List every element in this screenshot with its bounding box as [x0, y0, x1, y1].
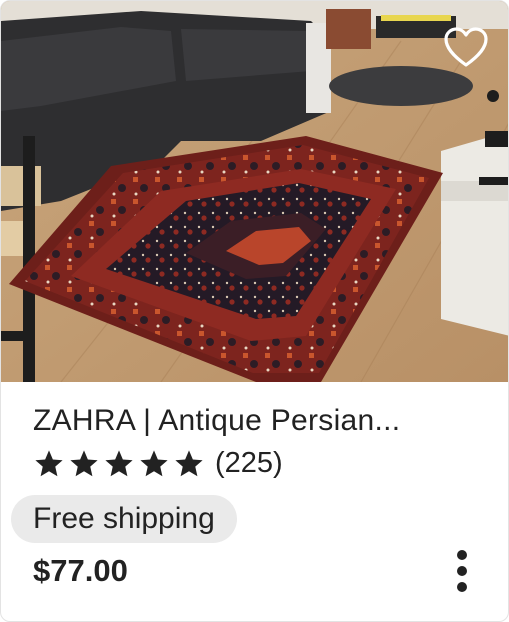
star-icon	[140, 449, 168, 476]
star-icon	[105, 449, 133, 476]
more-options-button[interactable]	[441, 545, 483, 597]
heart-outline-icon	[444, 27, 488, 67]
listing-card[interactable]: ZAHRA | Antique Persian... (225) Free sh…	[0, 0, 509, 622]
rating-row: (225)	[33, 447, 283, 480]
favorite-button[interactable]	[438, 19, 494, 75]
star-rating	[33, 448, 205, 480]
rug-room-image	[1, 1, 508, 382]
free-shipping-badge: Free shipping	[11, 495, 237, 543]
star-icon	[175, 449, 203, 476]
vertical-ellipsis-icon	[457, 550, 467, 592]
star-icon	[70, 449, 98, 476]
listing-title[interactable]: ZAHRA | Antique Persian...	[33, 404, 473, 438]
listing-price: $77.00	[33, 553, 128, 588]
listing-photo[interactable]	[1, 1, 508, 382]
review-count: (225)	[215, 447, 283, 479]
star-icon	[35, 449, 63, 476]
